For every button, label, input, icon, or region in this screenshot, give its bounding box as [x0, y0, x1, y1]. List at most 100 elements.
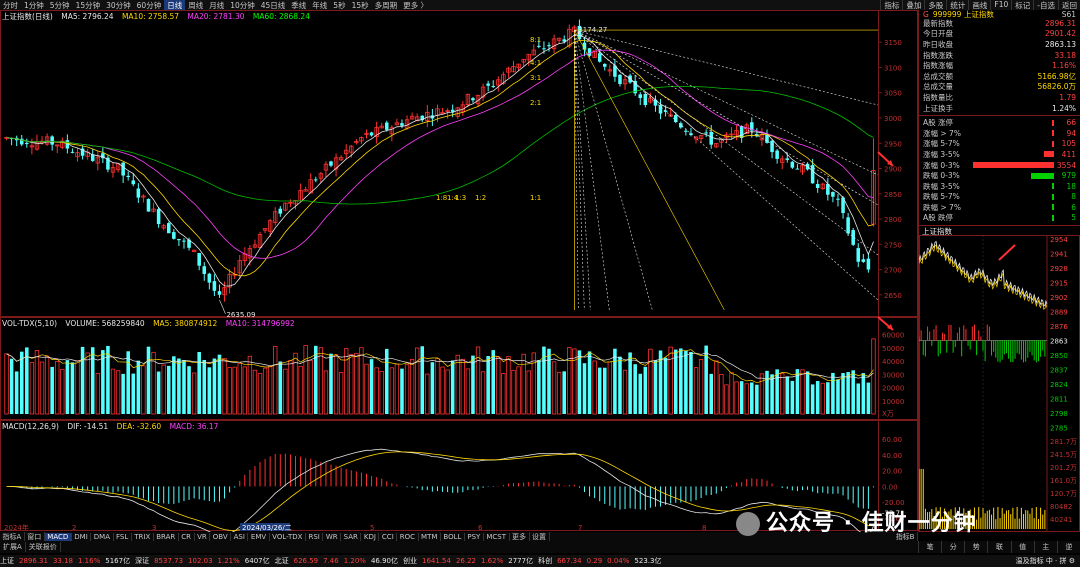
side-button-0[interactable]: 笔	[918, 541, 941, 553]
candle-body	[126, 175, 130, 178]
timeframe-tab-15[interactable]: 多周期	[372, 0, 401, 10]
kline-tick-label: 2700	[884, 267, 902, 275]
toolbar-button-7[interactable]: -自选	[1033, 0, 1058, 10]
toolbar-button-6[interactable]: 标记	[1011, 0, 1033, 10]
indicator-tab-25[interactable]: 设置	[530, 531, 550, 542]
indicator-tab-7[interactable]: BRAR	[154, 532, 179, 541]
volume-bar	[85, 352, 90, 415]
toolbar-button-0[interactable]: 指标	[880, 0, 902, 10]
candle-body	[182, 240, 186, 242]
volume-bar	[44, 355, 50, 415]
indicator-tab-24[interactable]: 更多	[510, 531, 530, 542]
side-button-3[interactable]: 联	[987, 541, 1010, 553]
mini-intraday-chart[interactable]: 2954 2941 2928 2915 2902 2889 2876 2863 2850 2837…	[918, 235, 1080, 535]
indicator-tab-4[interactable]: DMA	[91, 532, 114, 541]
volume-bar	[618, 356, 622, 414]
low-pointer	[219, 299, 226, 315]
timeframe-tab-16[interactable]: 更多 〉	[400, 0, 431, 10]
distribution-key: 跌幅 > 7%	[923, 202, 961, 212]
side-button-6[interactable]: 逆	[1056, 541, 1080, 553]
kline-tick-label: 2750	[884, 241, 902, 249]
side-button-1[interactable]: 分	[941, 541, 964, 553]
quote-row: 指数量比 1.79	[919, 92, 1080, 103]
watermark: 公众号 · 佳财一分钟	[736, 505, 977, 537]
low-price-label: 2635.09	[226, 311, 255, 319]
candle-body	[314, 179, 318, 181]
indicator-tab-18[interactable]: CCI	[379, 532, 398, 541]
indicator-tab-15[interactable]: WR	[323, 532, 342, 541]
candle-body	[172, 232, 176, 239]
volume-bar	[826, 382, 830, 414]
volume-bar	[759, 373, 765, 415]
sub-tab-1[interactable]: 关联报价	[26, 542, 61, 552]
timeframe-tab-8[interactable]: 月线	[206, 0, 227, 10]
volume-bar	[110, 368, 116, 415]
indicator-tab-1[interactable]: 窗口	[25, 531, 45, 542]
volume-bar	[562, 371, 566, 414]
indicator-tab-5[interactable]: FSL	[114, 532, 132, 541]
candle-body	[684, 130, 688, 132]
timeframe-tab-2[interactable]: 5分钟	[47, 0, 73, 10]
indicator-tab-14[interactable]: RSI	[306, 532, 324, 541]
indicator-tab-23[interactable]: MCST	[484, 532, 510, 541]
indicator-tab-21[interactable]: BOLL	[441, 532, 465, 541]
macd-title: MACD(12,26,9)	[2, 422, 59, 431]
candle-body	[785, 158, 790, 160]
timeframe-tab-10[interactable]: 45日线	[258, 0, 289, 10]
indicator-tab-6[interactable]: TRIX	[132, 532, 154, 541]
volume-bar	[856, 383, 861, 414]
indicator-tab-9[interactable]: VR	[195, 532, 211, 541]
timeframe-tab-0[interactable]: 分时	[0, 0, 21, 10]
sub-tab-0[interactable]: 扩展A	[0, 542, 26, 552]
indicator-tab-0[interactable]: 指标A	[0, 531, 25, 542]
indicator-tab-3[interactable]: DMI	[72, 532, 92, 541]
volume-bar	[445, 369, 450, 415]
timeframe-tab-7[interactable]: 周线	[185, 0, 206, 10]
timeframe-tab-6[interactable]: 日线	[164, 0, 186, 10]
quote-side-panel: G 999999 上证指数 S61 最新指数 2896.31 今日开盘 2901.42…	[918, 10, 1080, 535]
timeframe-toolbar: 分时 1分钟 5分钟 15分钟 30分钟 60分钟 日线 周线 月线 10分钟 45日线 季线 年线 5秒…	[0, 0, 1080, 10]
quote-key: 最新指数	[923, 18, 953, 28]
indicator-tab-13[interactable]: VOL-TDX	[270, 532, 306, 541]
indicator-tab-2[interactable]: MACD	[44, 532, 72, 541]
indicator-tab-19[interactable]: ROC	[397, 532, 419, 541]
side-button-2[interactable]: 势	[964, 541, 987, 553]
timeframe-tab-1[interactable]: 1分钟	[21, 0, 47, 10]
toolbar-button-1[interactable]: 叠加	[902, 0, 924, 10]
indicator-tab-10[interactable]: OBV	[210, 532, 232, 541]
indicator-tab-17[interactable]: KDJ	[361, 532, 380, 541]
mini-tick-label: 2850	[1050, 352, 1068, 360]
indicator-tab-12[interactable]: EMV	[248, 532, 270, 541]
timeframe-tab-12[interactable]: 年线	[309, 0, 330, 10]
distribution-bar-fill	[1052, 214, 1054, 221]
timeframe-tab-5[interactable]: 60分钟	[134, 0, 165, 10]
volume-tick-label: 10000	[882, 398, 904, 406]
indicator-tab-20[interactable]: MTM	[419, 532, 441, 541]
volume-bar	[237, 363, 242, 415]
distribution-bar	[973, 183, 1054, 190]
status-item: 2777亿	[508, 557, 534, 565]
volume-bar	[607, 361, 613, 415]
indicator-tab-16[interactable]: SAR	[341, 532, 362, 541]
quote-value: 2896.31	[1044, 18, 1076, 28]
volume-tick-label: 20000	[882, 385, 904, 393]
indicator-tab-11[interactable]: ASI	[231, 532, 249, 541]
candle-body	[491, 86, 496, 88]
status-right: 温及指标 中 · 拼 ⚙	[1015, 557, 1075, 565]
indicator-tab-8[interactable]: CR	[179, 532, 195, 541]
ma20-label: MA20: 2781.30	[187, 12, 245, 21]
side-button-4[interactable]: 值	[1010, 541, 1034, 553]
timeframe-tab-14[interactable]: 15秒	[349, 0, 372, 10]
timeframe-tab-4[interactable]: 30分钟	[103, 0, 134, 10]
chart-area[interactable]: 3150 3100 3050 3000 2950 2900 2850 2800 2750 2700…	[0, 10, 918, 538]
distribution-bar	[973, 193, 1054, 200]
toolbar-button-8[interactable]: 返回	[1058, 0, 1080, 10]
indicator-tab-22[interactable]: PSY	[465, 532, 484, 541]
timeframe-tab-9[interactable]: 10分钟	[227, 0, 258, 10]
timeframe-tab-11[interactable]: 季线	[288, 0, 309, 10]
chart-canvas[interactable]: 3150 3100 3050 3000 2950 2900 2850 2800 2750 2700…	[0, 10, 918, 538]
timeframe-tab-3[interactable]: 15分钟	[73, 0, 104, 10]
timeframe-tab-13[interactable]: 5秒	[330, 0, 348, 10]
side-button-5[interactable]: 主	[1033, 541, 1057, 553]
volume-bar	[298, 365, 303, 415]
